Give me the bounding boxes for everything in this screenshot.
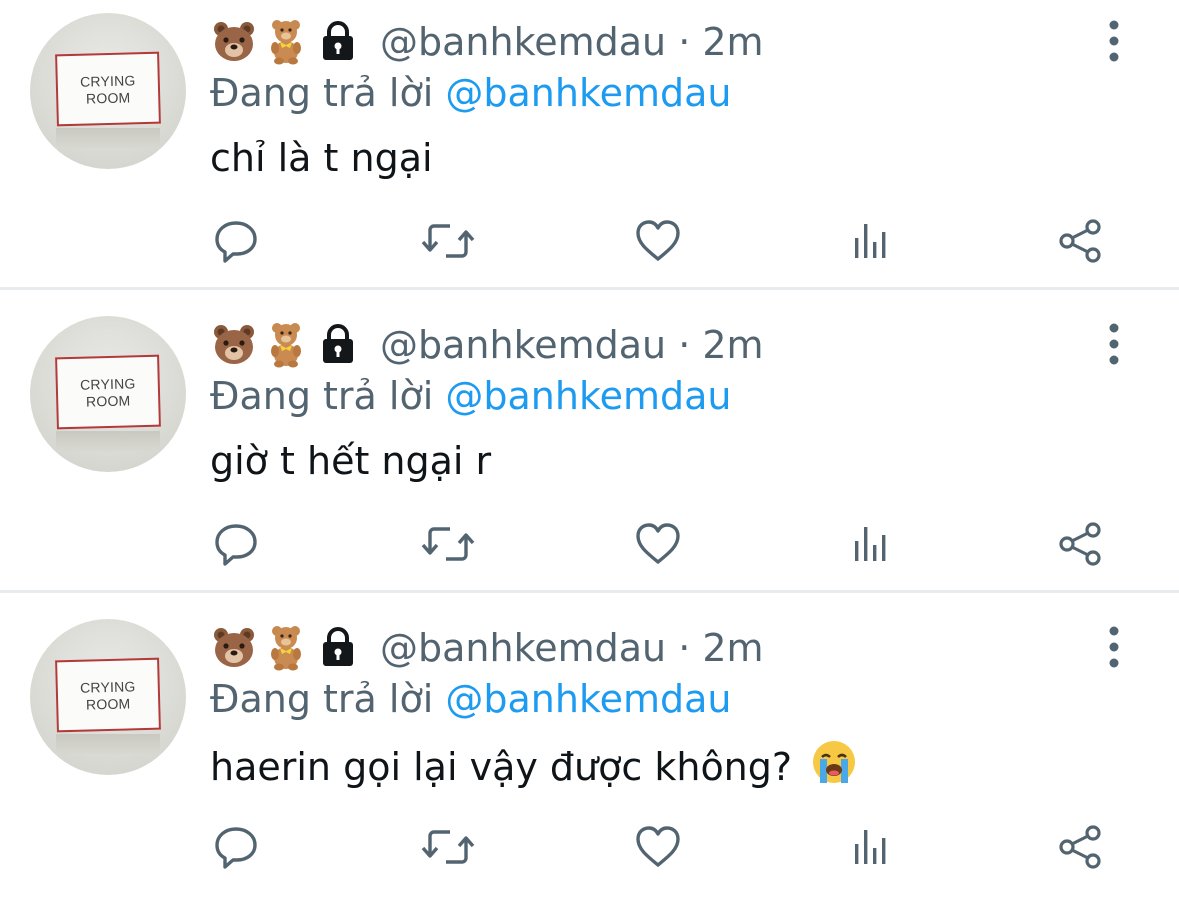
- more-options-icon[interactable]: [1100, 624, 1128, 670]
- more-options-icon[interactable]: [1100, 18, 1128, 64]
- reply-mention-link[interactable]: @banhkemdau: [445, 71, 731, 115]
- name-emojis: [210, 622, 362, 672]
- bear-face-icon: [210, 17, 258, 65]
- tweet-text: giờ t hết ngại r: [210, 439, 492, 483]
- crying-room-sign: CRYING ROOM: [55, 657, 161, 733]
- views-icon[interactable]: [842, 213, 898, 269]
- tweet[interactable]: CRYING ROOM @banhkemdau · 2m Đang trả lờ…: [0, 0, 1179, 290]
- handle-and-time[interactable]: @banhkemdau · 2m: [380, 17, 764, 67]
- avatar[interactable]: CRYING ROOM: [30, 619, 186, 775]
- crying-room-sign: CRYING ROOM: [55, 51, 161, 127]
- share-icon[interactable]: [1052, 213, 1108, 269]
- bear-face-icon: [210, 320, 258, 368]
- reply-mention-link[interactable]: @banhkemdau: [445, 374, 731, 418]
- tweet-actions: [0, 819, 1179, 879]
- replying-to: Đang trả lời @banhkemdau: [210, 374, 732, 418]
- retweet-icon[interactable]: [420, 213, 476, 269]
- avatar[interactable]: CRYING ROOM: [30, 316, 186, 472]
- loudly-crying-face-icon: [810, 738, 858, 786]
- tweet-actions: [0, 213, 1179, 273]
- views-icon[interactable]: [842, 819, 898, 875]
- reply-mention-link[interactable]: @banhkemdau: [445, 677, 731, 721]
- tweet-text: chỉ là t ngại: [210, 136, 433, 180]
- bear-face-icon: [210, 623, 258, 671]
- teddy-bear-icon: [262, 17, 310, 65]
- name-emojis: [210, 16, 362, 66]
- more-options-icon[interactable]: [1100, 321, 1128, 367]
- teddy-bear-icon: [262, 623, 310, 671]
- tweet-actions: [0, 516, 1179, 576]
- replying-to: Đang trả lời @banhkemdau: [210, 71, 732, 115]
- lock-icon: [314, 17, 362, 65]
- share-icon[interactable]: [1052, 819, 1108, 875]
- tweet[interactable]: CRYING ROOM @banhkemdau · 2m Đang trả lờ…: [0, 593, 1179, 896]
- handle-and-time[interactable]: @banhkemdau · 2m: [380, 320, 764, 370]
- teddy-bear-icon: [262, 320, 310, 368]
- replying-to: Đang trả lời @banhkemdau: [210, 677, 732, 721]
- crying-room-sign: CRYING ROOM: [55, 354, 161, 430]
- like-icon[interactable]: [630, 213, 686, 269]
- like-icon[interactable]: [630, 819, 686, 875]
- avatar[interactable]: CRYING ROOM: [30, 13, 186, 169]
- share-icon[interactable]: [1052, 516, 1108, 572]
- tweet-text: haerin gọi lại vậy được không?: [210, 738, 858, 793]
- tweet[interactable]: CRYING ROOM @banhkemdau · 2m Đang trả lờ…: [0, 290, 1179, 593]
- handle-and-time[interactable]: @banhkemdau · 2m: [380, 623, 764, 673]
- lock-icon: [314, 320, 362, 368]
- name-emojis: [210, 319, 362, 369]
- retweet-icon[interactable]: [420, 516, 476, 572]
- reply-icon[interactable]: [208, 819, 264, 875]
- views-icon[interactable]: [842, 516, 898, 572]
- reply-icon[interactable]: [208, 213, 264, 269]
- like-icon[interactable]: [630, 516, 686, 572]
- retweet-icon[interactable]: [420, 819, 476, 875]
- lock-icon: [314, 623, 362, 671]
- reply-icon[interactable]: [208, 516, 264, 572]
